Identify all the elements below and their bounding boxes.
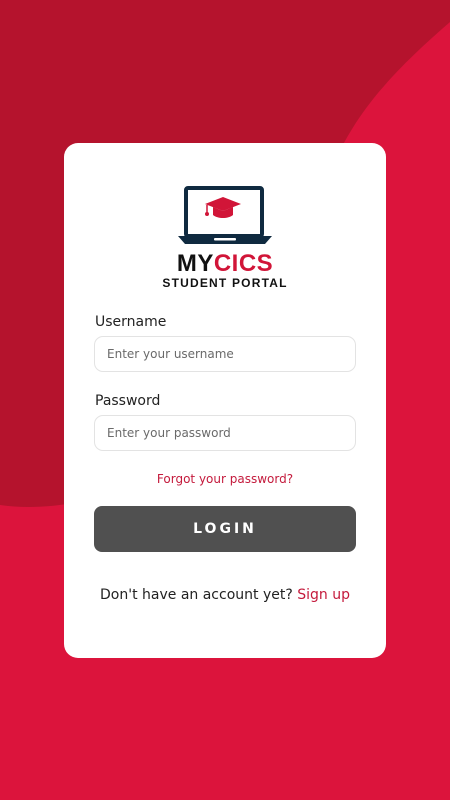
password-label: Password — [95, 393, 161, 409]
brand-name-part2: CICS — [213, 250, 274, 277]
brand-tagline: STUDENT PORTAL — [162, 276, 288, 290]
signup-link[interactable]: Sign up — [297, 587, 350, 603]
laptop-graduation-cap-icon — [178, 186, 272, 244]
signup-prompt-text: Don't have an account yet? — [100, 587, 293, 603]
signup-prompt-line: Don't have an account yet? Sign up — [64, 585, 386, 605]
password-input[interactable] — [94, 415, 356, 451]
forgot-password-link[interactable]: Forgot your password? — [94, 471, 356, 487]
app-logo: MYCICS STUDENT PORTAL — [150, 168, 300, 304]
brand-name-part1: MY — [176, 250, 214, 277]
username-label: Username — [95, 314, 167, 330]
login-button[interactable]: LOGIN — [94, 506, 356, 552]
brand-name: MYCICS — [150, 250, 300, 278]
username-input[interactable] — [94, 336, 356, 372]
